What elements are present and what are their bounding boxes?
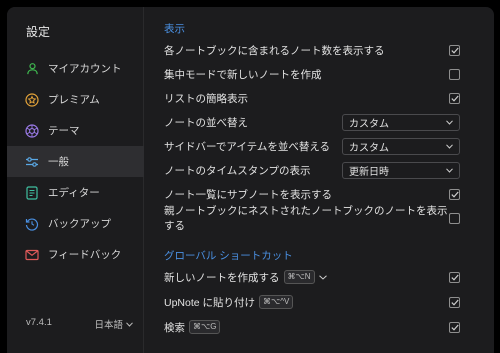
shortcut-row-left: 新しいノートを作成する ⌘⌥N — [164, 270, 327, 285]
settings-main: 表示 各ノートブックに含まれるノート数を表示する 集中モードで新しいノートを作成… — [144, 7, 494, 353]
sidebar-item-label: テーマ — [48, 125, 80, 137]
select-value: 更新日時 — [349, 166, 389, 178]
sidebar-item-label: プレミアム — [48, 94, 100, 106]
settings-sidebar: 設定 マイアカウント プレミアム テーマ 一般 エディター バックアップ フィー… — [7, 7, 144, 353]
setting-checkbox[interactable] — [449, 188, 460, 200]
shortcut-row-left: 検索 ⌘⌥G — [164, 320, 221, 335]
sidebar-item-my-account[interactable]: マイアカウント — [7, 53, 144, 84]
sidebar-item-label: エディター — [48, 187, 100, 199]
chevron-down-icon — [446, 143, 453, 149]
setting-row: 集中モードで新しいノートを作成 — [164, 63, 460, 85]
setting-checkbox[interactable] — [449, 68, 460, 80]
setting-row: リストの簡略表示 — [164, 87, 460, 109]
setting-label: サイドバーでアイテムを並べ替える — [164, 140, 331, 153]
shortcut-label: 検索 — [164, 321, 185, 334]
shortcut-label: UpNote に貼り付け — [164, 296, 256, 309]
setting-row: 親ノートブックにネストされたノートブックのノートを表示する — [164, 205, 460, 232]
setting-row: 各ノートブックに含まれるノート数を表示する — [164, 39, 460, 61]
checkmark-icon — [450, 324, 459, 331]
settings-window: 設定 マイアカウント プレミアム テーマ 一般 エディター バックアップ フィー… — [7, 7, 494, 353]
shortcut-key[interactable]: ⌘⌥G — [189, 320, 221, 334]
setting-label: 各ノートブックに含まれるノート数を表示する — [164, 44, 385, 57]
shortcut-row-left: UpNote に貼り付け ⌘⌥^V — [164, 295, 294, 310]
sidebar-item-label: フィードバック — [48, 249, 122, 261]
setting-checkbox[interactable] — [449, 212, 460, 224]
language-label: 日本語 — [94, 320, 123, 331]
select-value: カスタム — [349, 142, 389, 154]
theme-icon — [25, 123, 39, 138]
sidebar-item-feedback[interactable]: フィードバック — [7, 239, 144, 270]
setting-label: ノートの並べ替え — [164, 116, 248, 129]
backup-icon — [25, 217, 39, 231]
mail-icon — [25, 248, 39, 262]
setting-row: ノートの並べ替え カスタム — [164, 111, 460, 133]
setting-checkbox[interactable] — [449, 92, 460, 104]
sidebar-item-editor[interactable]: エディター — [7, 177, 144, 208]
sidebar-item-premium[interactable]: プレミアム — [7, 84, 144, 115]
chevron-down-icon[interactable] — [318, 274, 327, 280]
checkmark-icon — [450, 47, 459, 54]
sort-notes-select[interactable]: カスタム — [342, 113, 460, 131]
checkmark-icon — [450, 299, 459, 306]
section-title-display: 表示 — [164, 23, 185, 35]
sidebar-title: 設定 — [26, 25, 51, 39]
language-select[interactable]: 日本語 — [94, 317, 133, 331]
chevron-down-icon — [446, 167, 453, 173]
sidebar-item-label: マイアカウント — [48, 63, 122, 75]
chevron-down-icon — [446, 119, 453, 125]
setting-row: ノート一覧にサブノートを表示する — [164, 183, 460, 205]
setting-label: ノート一覧にサブノートを表示する — [164, 188, 332, 201]
setting-label: 親ノートブックにネストされたノートブックのノートを表示する — [164, 205, 448, 232]
setting-checkbox[interactable] — [449, 296, 460, 308]
sidebar-item-label: 一般 — [48, 156, 69, 168]
sidebar-footer: v7.4.1 日本語 — [26, 317, 133, 331]
setting-row: ノートのタイムスタンプの表示 更新日時 — [164, 159, 460, 181]
chevron-down-icon — [126, 321, 133, 327]
checkmark-icon — [450, 274, 459, 281]
shortcut-key[interactable]: ⌘⌥^V — [259, 295, 294, 309]
sidebar-nav: マイアカウント プレミアム テーマ 一般 エディター バックアップ フィードバッ… — [7, 53, 144, 270]
document-icon — [25, 185, 39, 200]
timestamp-select[interactable]: 更新日時 — [342, 161, 460, 179]
setting-label: 集中モードで新しいノートを作成 — [164, 68, 322, 81]
shortcut-key[interactable]: ⌘⌥N — [283, 270, 315, 284]
shortcut-row: 新しいノートを作成する ⌘⌥N — [164, 266, 460, 288]
sliders-icon — [25, 155, 39, 169]
setting-checkbox[interactable] — [449, 44, 460, 56]
shortcut-row: 検索 ⌘⌥G — [164, 316, 460, 338]
sidebar-item-general[interactable]: 一般 — [7, 146, 144, 177]
setting-label: リストの簡略表示 — [164, 92, 248, 105]
sidebar-item-label: バックアップ — [48, 218, 111, 230]
version-label: v7.4.1 — [26, 317, 52, 328]
setting-label: ノートのタイムスタンプの表示 — [164, 164, 311, 177]
sidebar-sort-select[interactable]: カスタム — [342, 137, 460, 155]
star-badge-icon — [25, 92, 39, 107]
checkmark-icon — [450, 191, 459, 198]
select-value: カスタム — [349, 118, 389, 130]
shortcut-row: UpNote に貼り付け ⌘⌥^V — [164, 291, 460, 313]
sidebar-item-backup[interactable]: バックアップ — [7, 208, 144, 239]
sidebar-item-theme[interactable]: テーマ — [7, 115, 144, 146]
shortcut-label: 新しいノートを作成する — [164, 271, 280, 284]
setting-checkbox[interactable] — [449, 321, 460, 333]
setting-row: サイドバーでアイテムを並べ替える カスタム — [164, 135, 460, 157]
checkmark-icon — [450, 95, 459, 102]
section-title-shortcuts: グローバル ショートカット — [164, 250, 293, 262]
setting-checkbox[interactable] — [449, 271, 460, 283]
user-icon — [25, 62, 39, 76]
